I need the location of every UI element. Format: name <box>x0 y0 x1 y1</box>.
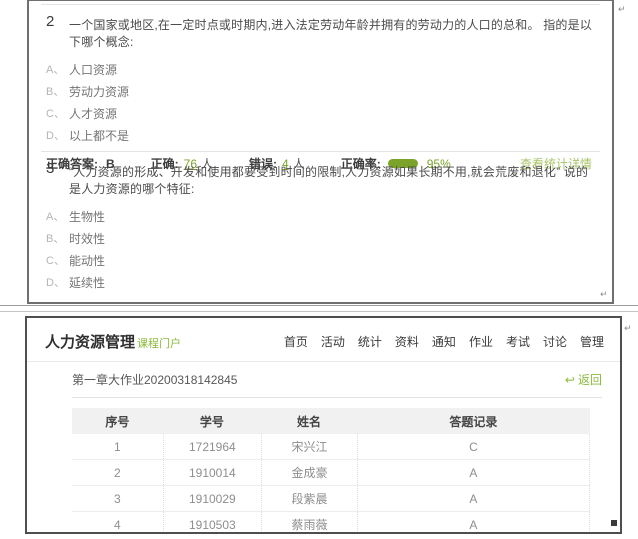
options-list: A、 人口资源 B、 劳动力资源 C、 人才资源 D、 以上都不是 <box>46 58 598 146</box>
nav-item-notice[interactable]: 通知 <box>432 333 456 350</box>
cell-answer: A <box>357 512 590 534</box>
correct-answer-value: B <box>106 304 115 305</box>
table-row: 2 1910014 金成豪 A <box>72 460 590 486</box>
nav-item-exam[interactable]: 考试 <box>506 333 530 350</box>
option-b: B、 时效性 <box>46 227 598 249</box>
option-text: 人口资源 <box>69 61 117 78</box>
cell-answer: A <box>357 486 590 511</box>
option-letter: A、 <box>46 208 69 224</box>
option-d: D、 延续性 <box>46 271 598 293</box>
cell-index: 4 <box>72 512 163 534</box>
option-a: A、 人口资源 <box>46 58 598 80</box>
paragraph-mark-icon: ↵ <box>618 5 626 14</box>
cell-answer: A <box>357 460 590 485</box>
correct-count-link[interactable]: 79 <box>184 304 197 305</box>
paragraph-mark-icon: ↵ <box>624 324 632 333</box>
table-row: 1 1721964 宋兴江 C <box>72 434 590 460</box>
nav-item-home[interactable]: 首页 <box>284 333 308 350</box>
course-nav: 首页 活动 统计 资料 通知 作业 考试 讨论 管理 <box>284 333 604 350</box>
option-letter: B、 <box>46 83 69 99</box>
quiz-statistics-panel: 2 一个国家或地区,在一定时点或时期内,进入法定劳动年龄并拥有的劳动力的人口的总… <box>27 0 614 304</box>
table-header-row: 序号 学号 姓名 答题记录 <box>72 408 590 434</box>
nav-item-manage[interactable]: 管理 <box>580 333 604 350</box>
options-list: A、 生物性 B、 时效性 C、 能动性 D、 延续性 <box>46 205 598 293</box>
option-letter: C、 <box>46 252 69 268</box>
cell-name: 蔡雨薇 <box>261 512 357 534</box>
nav-item-homework[interactable]: 作业 <box>469 333 493 350</box>
answer-records-table: 序号 学号 姓名 答题记录 1 1721964 宋兴江 C 2 1910014 … <box>72 408 590 534</box>
correct-label: 正确: <box>151 302 179 304</box>
cell-student-id: 1910029 <box>163 486 261 511</box>
option-b: B、 劳动力资源 <box>46 80 598 102</box>
option-letter: D、 <box>46 274 69 290</box>
paragraph-mark-icon: ↵ <box>600 290 608 299</box>
option-c: C、 人才资源 <box>46 102 598 124</box>
question-block-2: 2 一个国家或地区,在一定时点或时期内,进入法定劳动年龄并拥有的劳动力的人口的总… <box>29 5 612 151</box>
course-portal-panel: 人力资源管理 课程门户 首页 活动 统计 资料 通知 作业 考试 讨论 管理 第… <box>25 316 622 534</box>
nav-item-activity[interactable]: 活动 <box>321 333 345 350</box>
unit-label: 人 <box>293 302 305 304</box>
option-d: D、 以上都不是 <box>46 124 598 146</box>
image-resize-handle[interactable] <box>611 520 617 526</box>
cell-student-id: 1910014 <box>163 460 261 485</box>
cell-index: 3 <box>72 486 163 511</box>
option-letter: D、 <box>46 127 69 143</box>
course-header: 人力资源管理 课程门户 首页 活动 统计 资料 通知 作业 考试 讨论 管理 <box>27 318 620 362</box>
col-header-student-id: 学号 <box>163 413 261 430</box>
question-block-3: 3 “人力资源的形成、开发和使用都要受到时间的限制,人力资源如果长期不用,就会荒… <box>29 152 612 298</box>
col-header-index: 序号 <box>72 413 163 430</box>
cell-name: 段紫晨 <box>261 486 357 511</box>
unit-label: 人 <box>201 302 213 304</box>
view-statistics-link[interactable]: 查看统计详情 <box>520 302 592 304</box>
stats-row: 正确答案: B 正确: 79 人 错误: 1 人 正确率: 99% 查看统计详情 <box>46 302 598 304</box>
cell-student-id: 1721964 <box>163 434 261 459</box>
col-header-name: 姓名 <box>261 413 357 430</box>
back-arrow-icon: ↩ <box>565 373 575 387</box>
rate-label: 正确率: <box>341 302 381 304</box>
nav-item-statistics[interactable]: 统计 <box>358 333 382 350</box>
accuracy-value: 99% <box>427 304 451 305</box>
question-text: 一个国家或地区,在一定时点或时期内,进入法定劳动年龄并拥有的劳动力的人口的总和。… <box>69 13 598 50</box>
cell-student-id: 1910503 <box>163 512 261 534</box>
option-a: A、 生物性 <box>46 205 598 227</box>
option-text: 延续性 <box>69 274 105 291</box>
col-header-answer-record: 答题记录 <box>357 413 590 430</box>
course-subtitle: 课程门户 <box>137 332 181 351</box>
back-label: 返回 <box>578 371 602 388</box>
answer-label: 正确答案: <box>46 302 98 304</box>
option-c: C、 能动性 <box>46 249 598 271</box>
cell-index: 2 <box>72 460 163 485</box>
cell-answer: C <box>357 434 590 459</box>
option-letter: B、 <box>46 230 69 246</box>
question-number: 3 <box>46 160 69 177</box>
option-text: 时效性 <box>69 230 105 247</box>
option-text: 能动性 <box>69 252 105 269</box>
assignment-title: 第一章大作业20200318142845 <box>72 371 237 388</box>
option-letter: C、 <box>46 105 69 121</box>
cell-index: 1 <box>72 434 163 459</box>
wrong-label: 错误: <box>249 302 277 304</box>
option-letter: A、 <box>46 61 69 77</box>
assignment-row: 第一章大作业20200318142845 ↩ 返回 <box>72 371 602 398</box>
divider <box>0 305 638 306</box>
back-link[interactable]: ↩ 返回 <box>565 371 602 388</box>
course-title: 人力资源管理 <box>45 331 135 352</box>
question-number: 2 <box>46 13 69 30</box>
nav-item-discussion[interactable]: 讨论 <box>543 333 567 350</box>
option-text: 生物性 <box>69 208 105 225</box>
divider <box>0 311 638 312</box>
option-text: 人才资源 <box>69 105 117 122</box>
table-row: 4 1910503 蔡雨薇 A <box>72 512 590 534</box>
option-text: 劳动力资源 <box>69 83 129 100</box>
cell-name: 宋兴江 <box>261 434 357 459</box>
table-row: 3 1910029 段紫晨 A <box>72 486 590 512</box>
cell-name: 金成豪 <box>261 460 357 485</box>
wrong-count-link[interactable]: 1 <box>282 304 289 305</box>
option-text: 以上都不是 <box>69 127 129 144</box>
nav-item-materials[interactable]: 资料 <box>395 333 419 350</box>
question-text: “人力资源的形成、开发和使用都要受到时间的限制,人力资源如果长期不用,就会荒废和… <box>69 160 598 197</box>
